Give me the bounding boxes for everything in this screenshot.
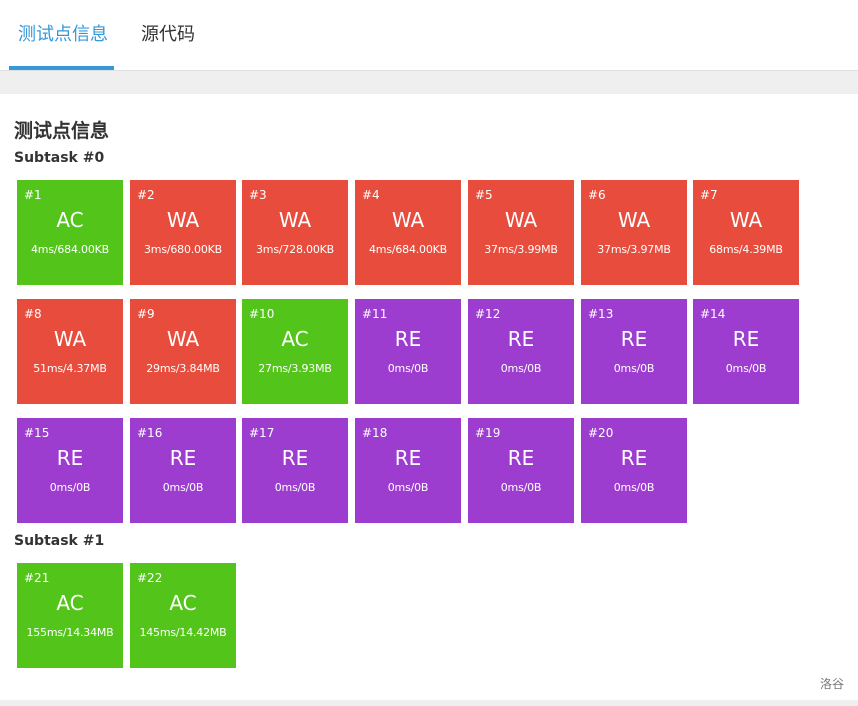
test-case-card[interactable]: #19 RE 0ms/0B [468,418,574,523]
test-case-card[interactable]: #13 RE 0ms/0B [581,299,687,404]
test-case-status: RE [56,446,84,470]
test-case-status: AC [56,208,84,232]
test-case-usage: 0ms/0B [387,362,429,375]
test-case-card[interactable]: #7 WA 68ms/4.39MB [693,180,799,285]
subtask-0-title: Subtask #0 [14,150,105,166]
test-case-usage: 0ms/0B [725,362,767,375]
test-case-card[interactable]: #14 RE 0ms/0B [693,299,799,404]
test-case-card[interactable]: #18 RE 0ms/0B [355,418,461,523]
test-case-status: WA [729,208,763,232]
test-case-card[interactable]: #3 WA 3ms/728.00KB [242,180,348,285]
test-case-usage: 0ms/0B [162,481,204,494]
test-info-panel: 测试点信息 Subtask #0 #1 AC 4ms/684.00KB #2 WA 3ms… [0,94,858,700]
test-case-number: #21 [24,571,50,585]
test-case-status: RE [281,446,309,470]
test-case-status: AC [281,327,309,351]
test-case-status: WA [504,208,538,232]
test-case-number: #13 [588,307,614,321]
luogu-brand: 洛谷 [819,677,844,691]
test-case-card[interactable]: #6 WA 37ms/3.97MB [581,180,687,285]
test-case-card[interactable]: #9 WA 29ms/3.84MB [130,299,236,404]
test-case-usage: 0ms/0B [500,481,542,494]
test-case-number: #10 [249,307,275,321]
test-case-number: #7 [700,188,718,202]
test-case-status: RE [394,446,422,470]
test-case-card[interactable]: #8 WA 51ms/4.37MB [17,299,123,404]
test-case-number: #8 [24,307,42,321]
test-case-status: RE [507,327,535,351]
test-case-usage: 0ms/0B [387,481,429,494]
test-case-number: #5 [475,188,493,202]
test-case-number: #6 [588,188,606,202]
test-case-card[interactable]: #20 RE 0ms/0B [581,418,687,523]
test-case-usage: 4ms/684.00KB [31,243,109,256]
section-title: 测试点信息 [14,120,110,142]
test-case-card[interactable]: #22 AC 145ms/14.42MB [130,563,236,668]
test-case-number: #9 [137,307,155,321]
test-case-card[interactable]: #2 WA 3ms/680.00KB [130,180,236,285]
test-case-usage: 37ms/3.99MB [484,243,558,256]
test-case-number: #16 [137,426,163,440]
test-case-status: RE [620,446,648,470]
test-case-number: #3 [249,188,267,202]
test-case-status: WA [166,327,200,351]
test-case-usage: 27ms/3.93MB [258,362,332,375]
test-case-card[interactable]: #10 AC 27ms/3.93MB [242,299,348,404]
tab-bar: 测试点信息 源代码 [0,0,858,71]
test-case-card[interactable]: #1 AC 4ms/684.00KB [17,180,123,285]
test-case-usage: 0ms/0B [49,481,91,494]
test-case-card[interactable]: #17 RE 0ms/0B [242,418,348,523]
test-case-card[interactable]: #15 RE 0ms/0B [17,418,123,523]
test-case-status: WA [53,327,87,351]
test-case-status: WA [278,208,312,232]
subtask-1-title: Subtask #1 [14,533,105,549]
test-case-usage: 4ms/684.00KB [369,243,447,256]
test-case-status: WA [617,208,651,232]
tab-source-code[interactable]: 源代码 [141,0,195,70]
test-case-usage: 0ms/0B [613,481,655,494]
test-case-usage: 155ms/14.34MB [26,626,114,639]
test-case-usage: 3ms/680.00KB [144,243,222,256]
test-case-usage: 3ms/728.00KB [256,243,334,256]
test-case-status: RE [507,446,535,470]
test-case-number: #1 [24,188,42,202]
test-case-usage: 68ms/4.39MB [709,243,783,256]
test-case-usage: 0ms/0B [613,362,655,375]
test-case-number: #17 [249,426,275,440]
test-case-status: RE [394,327,422,351]
test-case-usage: 37ms/3.97MB [597,243,671,256]
test-case-number: #22 [137,571,163,585]
test-case-number: #2 [137,188,155,202]
test-case-usage: 51ms/4.37MB [33,362,107,375]
test-case-card[interactable]: #21 AC 155ms/14.34MB [17,563,123,668]
test-case-status: AC [56,591,84,615]
test-case-card[interactable]: #12 RE 0ms/0B [468,299,574,404]
test-case-usage: 145ms/14.42MB [139,626,227,639]
test-case-number: #4 [362,188,380,202]
test-case-number: #20 [588,426,614,440]
test-case-status: RE [169,446,197,470]
test-case-usage: 0ms/0B [274,481,316,494]
test-case-number: #14 [700,307,726,321]
test-case-card[interactable]: #4 WA 4ms/684.00KB [355,180,461,285]
test-case-usage: 0ms/0B [500,362,542,375]
tab-test-info[interactable]: 测试点信息 [18,0,108,70]
test-case-number: #18 [362,426,388,440]
test-case-status: WA [391,208,425,232]
test-case-status: RE [620,327,648,351]
test-case-status: RE [732,327,760,351]
test-case-number: #19 [475,426,501,440]
active-tab-indicator [9,66,114,70]
test-case-number: #11 [362,307,388,321]
test-case-usage: 29ms/3.84MB [146,362,220,375]
test-case-status: WA [166,208,200,232]
test-case-card[interactable]: #16 RE 0ms/0B [130,418,236,523]
test-case-card[interactable]: #11 RE 0ms/0B [355,299,461,404]
test-case-number: #15 [24,426,50,440]
test-case-number: #12 [475,307,501,321]
test-case-status: AC [169,591,197,615]
test-case-card[interactable]: #5 WA 37ms/3.99MB [468,180,574,285]
